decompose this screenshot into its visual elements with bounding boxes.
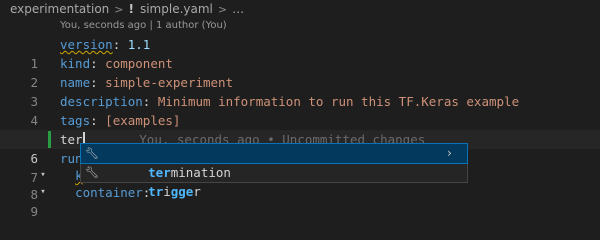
codelens-divider: | [149,20,153,31]
yaml-key: name [60,75,91,90]
yaml-value: 1.1 [127,37,151,52]
suggestion-item-termination[interactable]: 🔧︎ termination › [80,143,468,180]
chevron-right-icon: > [114,2,124,16]
suggestion-rest: i [163,184,171,199]
fold-arrow-icon[interactable]: ▾ [38,183,48,202]
yaml-key: version [60,37,113,52]
line-number: 9 [30,204,38,219]
yaml-value: Minimum information to run this TF.Keras… [157,94,520,109]
autocomplete-popup[interactable]: 🔧︎ termination › 🔧︎ trigger [80,143,468,199]
yaml-value: component [105,56,173,71]
modified-line-indicator [48,131,51,148]
code-line[interactable]: 5 tags: [examples] [0,111,600,147]
yaml-key: kind [60,56,91,71]
codelens-author-info[interactable]: You, seconds ago [60,20,146,31]
wrench-icon: 🔧︎ [85,147,99,160]
breadcrumb: experimentation > ! simple.yaml > … [0,0,600,18]
code-line[interactable]: 4 description: Minimum information to ru… [0,92,600,128]
breadcrumb-file[interactable]: simple.yaml [140,2,213,16]
code-line[interactable]: 3 name: simple-experiment [0,73,600,109]
code-editor[interactable]: experimentation > ! simple.yaml > … You,… [0,0,600,219]
suggestion-item-trigger[interactable]: 🔧︎ trigger [81,163,467,199]
wrench-icon: 🔧︎ [85,166,99,179]
chevron-right-icon[interactable]: › [446,144,453,163]
code-line[interactable]: 2 kind: component [0,54,600,90]
breadcrumb-more[interactable]: … [232,2,244,16]
breadcrumb-folder[interactable]: experimentation [10,2,109,16]
suggestion-rest: r [193,184,201,199]
git-codelens: You, seconds ago | 1 author (You) [60,20,227,34]
chevron-right-icon: > [217,2,228,16]
codelens-authors[interactable]: 1 author (You) [156,20,227,31]
code-line[interactable]: 9 ▾ container: [0,183,600,219]
code-line[interactable]: 1 version: 1.1 [0,35,600,71]
yaml-key: tags [60,113,91,128]
yaml-file-icon: ! [128,2,134,16]
yaml-value: [examples] [105,113,181,128]
yaml-value: simple-experiment [105,75,234,90]
suggestion-match: t [148,184,156,199]
yaml-key: description [60,94,143,109]
suggestion-match: gge [170,184,194,199]
